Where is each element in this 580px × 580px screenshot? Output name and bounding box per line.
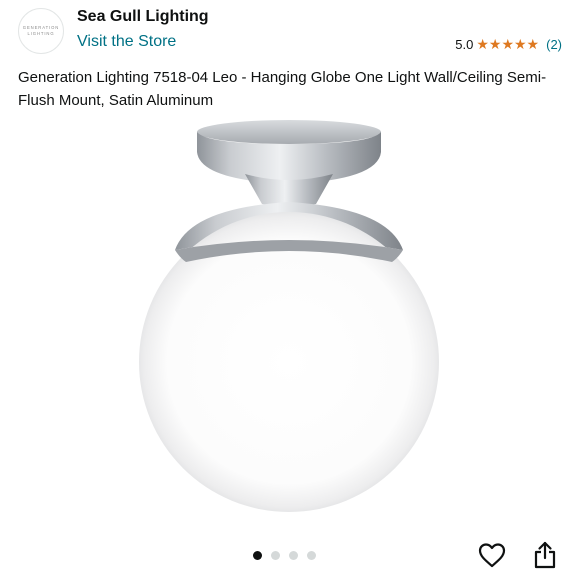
carousel-dot-4[interactable] (307, 551, 316, 560)
brand-logo[interactable]: GENERATION LIGHTING (18, 8, 64, 54)
brand-name: Sea Gull Lighting (77, 8, 209, 25)
carousel-dot-1[interactable] (253, 551, 262, 560)
review-count[interactable]: (2) (546, 37, 562, 52)
product-image[interactable] (0, 112, 580, 532)
store-header: GENERATION LIGHTING Sea Gull Lighting Vi… (0, 0, 580, 60)
globe-fixture-image (139, 120, 439, 512)
logo-line-2: LIGHTING (27, 31, 55, 36)
carousel-dot-2[interactable] (271, 551, 280, 560)
visit-store-link[interactable]: Visit the Store (77, 33, 176, 51)
star-rating-icon: ★★★★★ (476, 36, 540, 52)
heart-icon[interactable] (477, 540, 507, 570)
rating-score: 5.0 (455, 37, 474, 52)
image-carousel-indicator[interactable] (253, 551, 316, 560)
rating-summary[interactable]: 5.0 ★★★★★ (2) (455, 36, 562, 53)
share-icon[interactable] (530, 540, 560, 570)
carousel-dot-3[interactable] (289, 551, 298, 560)
product-title: Generation Lighting 7518-04 Leo - Hangin… (18, 69, 547, 109)
